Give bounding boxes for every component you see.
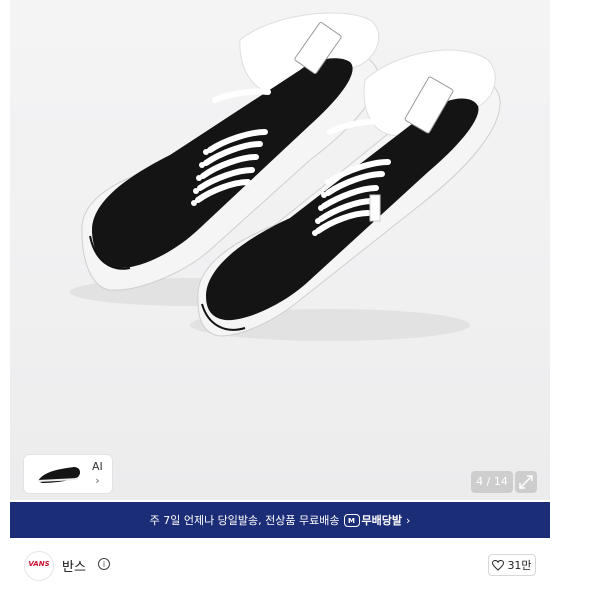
ai-label: AI <box>92 460 103 473</box>
like-button[interactable]: 31만 <box>488 554 536 576</box>
m-badge-icon: M <box>343 513 360 527</box>
product-image[interactable]: AI › <box>10 0 550 500</box>
thumbnail-image <box>34 461 86 487</box>
shipping-banner[interactable]: 주 7일 언제나 당일발송, 전상품 무료배송 M 무배당발 › <box>10 502 550 538</box>
ai-thumbnail-card[interactable]: AI › <box>23 454 113 494</box>
info-icon[interactable]: i <box>98 558 110 570</box>
chevron-right-icon: › <box>405 513 411 527</box>
heart-icon <box>492 559 505 571</box>
badge-label: 무배당발 <box>361 514 402 527</box>
brand-name[interactable]: 반스 <box>62 556 86 575</box>
like-count: 31만 <box>507 559 532 572</box>
image-counter: 4 / 14 <box>471 471 513 493</box>
expand-icon[interactable] <box>515 471 537 493</box>
brand-row: VANS 반스 i 31만 <box>10 545 550 585</box>
brand-avatar[interactable]: VANS <box>24 551 54 581</box>
banner-text: 주 7일 언제나 당일발송, 전상품 무료배송 <box>149 514 340 527</box>
vans-logo: VANS <box>28 560 50 568</box>
chevron-right-icon: › <box>95 474 100 487</box>
shoe-illustration <box>70 12 501 341</box>
free-shipping-badge: M 무배당발 <box>343 512 402 528</box>
